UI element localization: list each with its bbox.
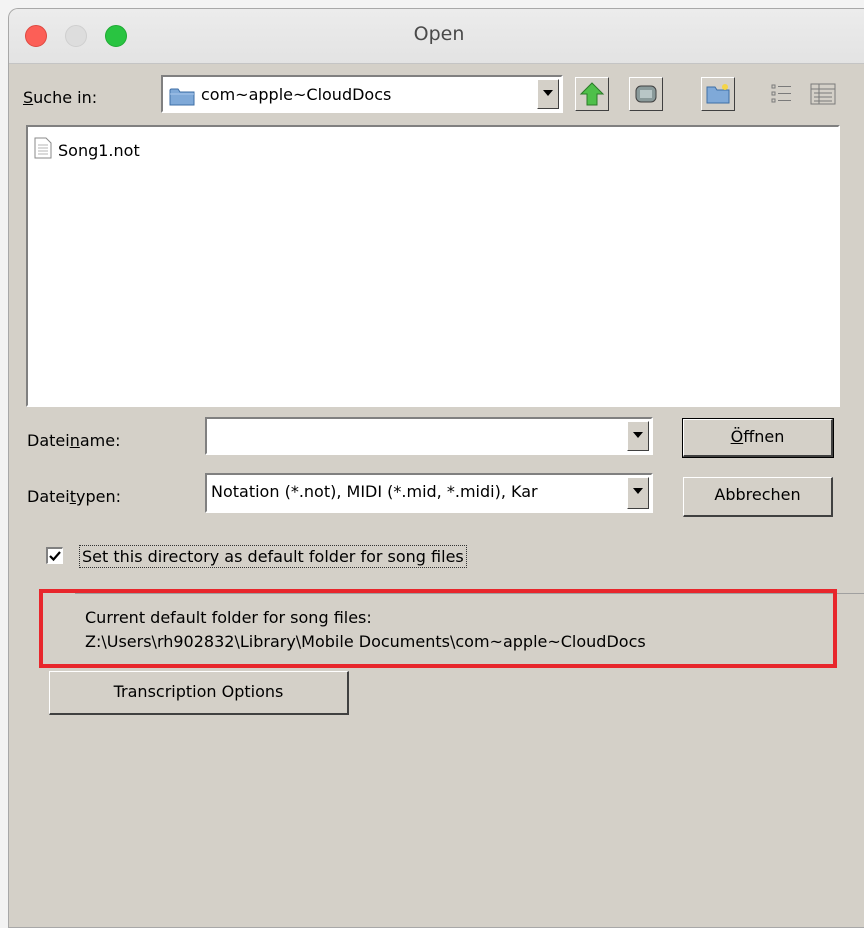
document-icon bbox=[34, 137, 52, 163]
look-in-dropdown-arrow[interactable] bbox=[537, 79, 559, 109]
cancel-button[interactable]: Abbrechen bbox=[683, 477, 833, 517]
look-in-label: Suche in: bbox=[23, 88, 98, 107]
open-dialog-window: Open Suche in: com~apple~CloudDocs Song1… bbox=[8, 8, 864, 928]
open-button[interactable]: Öffnen bbox=[682, 418, 834, 458]
default-folder-checkbox-label[interactable]: Set this directory as default folder for… bbox=[79, 545, 467, 568]
red-highlight-box bbox=[39, 589, 837, 668]
filetype-value: Notation (*.not), MIDI (*.mid, *.midi), … bbox=[211, 482, 538, 501]
list-item[interactable]: Song1.not bbox=[34, 137, 140, 163]
default-folder-checkbox[interactable] bbox=[46, 547, 63, 564]
filetype-combobox[interactable]: Notation (*.not), MIDI (*.mid, *.midi), … bbox=[205, 473, 653, 513]
transcription-options-button[interactable]: Transcription Options bbox=[49, 671, 349, 715]
up-folder-button[interactable] bbox=[575, 77, 609, 111]
details-view-button[interactable] bbox=[805, 77, 839, 111]
new-folder-button[interactable] bbox=[701, 77, 735, 111]
file-name: Song1.not bbox=[58, 140, 140, 160]
filetype-label: Dateitypen: bbox=[27, 487, 121, 506]
title-bar: Open bbox=[9, 9, 864, 64]
desktop-button[interactable] bbox=[629, 77, 663, 111]
look-in-combobox[interactable]: com~apple~CloudDocs bbox=[161, 75, 563, 113]
window-title: Open bbox=[413, 23, 465, 45]
filename-dropdown-arrow[interactable] bbox=[627, 421, 649, 451]
look-in-value: com~apple~CloudDocs bbox=[201, 85, 392, 104]
filename-label: Dateiname: bbox=[27, 431, 121, 450]
filetype-dropdown-arrow[interactable] bbox=[627, 477, 649, 509]
list-view-button[interactable] bbox=[765, 77, 799, 111]
filename-combobox[interactable] bbox=[205, 417, 653, 455]
file-list[interactable]: Song1.not bbox=[26, 125, 840, 407]
folder-icon bbox=[169, 86, 195, 110]
